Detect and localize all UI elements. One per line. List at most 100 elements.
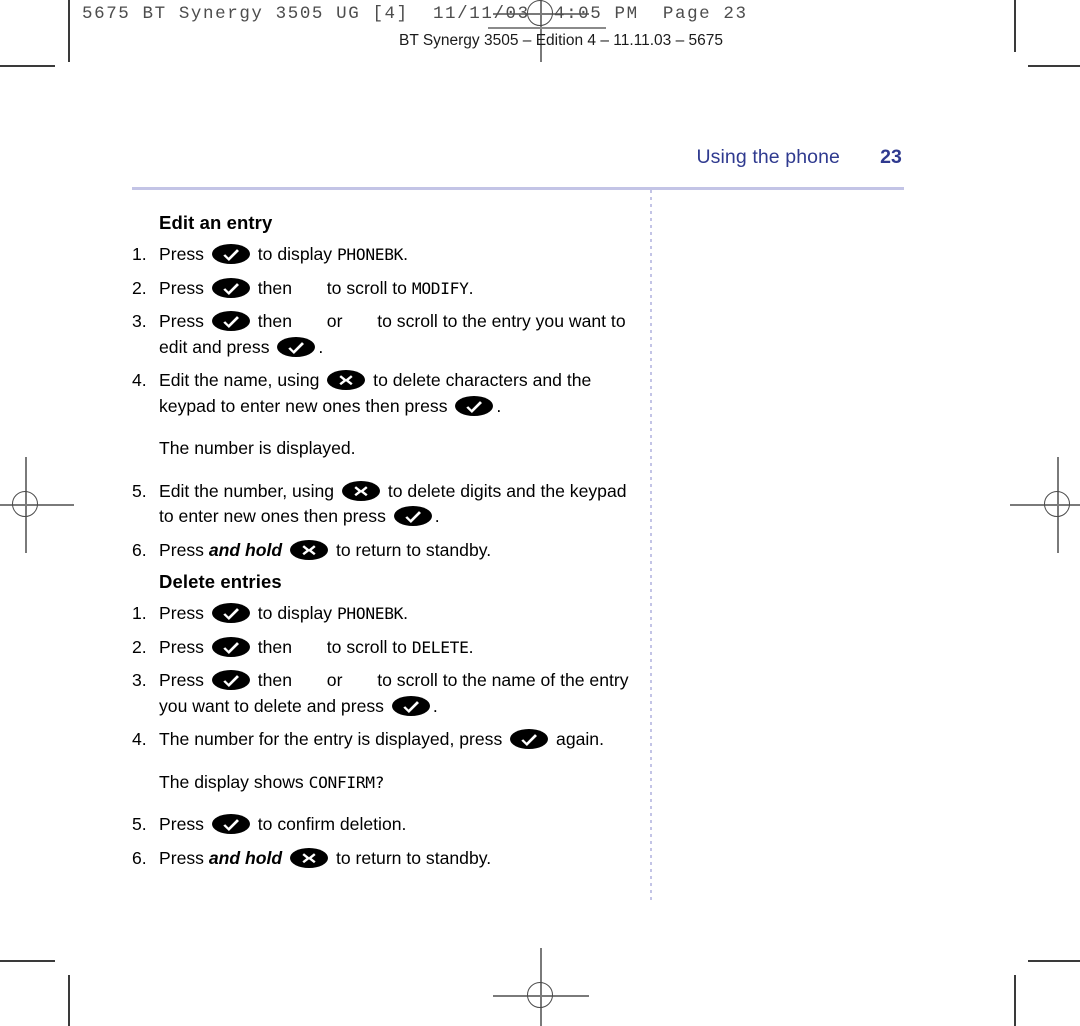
edition-line-text: BT Synergy 3505 – Edition 4 – 11.11.03 –… <box>398 32 724 49</box>
step-text <box>282 540 287 560</box>
down-triangle-icon <box>349 311 370 330</box>
edition-line: BT Synergy 3505 – Edition 4 – 11.11.03 –… <box>0 32 1080 50</box>
step-text: then <box>252 277 297 298</box>
step-item: 2. Press then to scroll to DELETE. <box>132 635 642 661</box>
registration-mark-circle <box>527 982 553 1008</box>
column-divider <box>650 190 652 900</box>
step-list: 5. Press to confirm deletion. 6. Press and … <box>132 812 642 871</box>
step-text: to scroll to <box>321 636 412 657</box>
crop-mark-bottom-left-horizontal <box>0 960 55 962</box>
step-text: . <box>403 244 408 264</box>
step-text: then <box>252 670 297 690</box>
ok-key-icon <box>211 277 250 298</box>
step-text: or <box>321 311 348 331</box>
ok-key-icon <box>277 336 316 357</box>
step-number: 6. <box>132 847 147 868</box>
running-head-chapter: Using the phone <box>696 146 840 168</box>
lcd-display-text: MODIFY <box>411 278 469 298</box>
step-text: . <box>318 336 324 357</box>
ok-key-icon <box>393 506 432 526</box>
lcd-display-text: CONFIRM? <box>308 772 385 792</box>
step-item: 1. Press to display PHONEBK. <box>132 601 642 627</box>
printer-slug-line: 5675 BT Synergy 3505 UG [4] 11/11/03 4:0… <box>82 4 748 24</box>
step-number: 4. <box>132 729 147 749</box>
step-item: 3. Press then or to scroll to the name of… <box>132 668 642 719</box>
page-content: Edit an entry 1. Press to display PHONEBK.… <box>132 212 642 879</box>
step-text: Edit the number, using <box>159 480 339 501</box>
lcd-display-text: PHONEBK <box>336 245 404 264</box>
ok-key-icon <box>455 395 494 416</box>
step-text: then <box>252 311 297 331</box>
step-item: 5. Press to confirm deletion. <box>132 812 642 838</box>
step-text: Edit the name, using <box>159 370 325 390</box>
step-note: The number is displayed. <box>159 438 356 458</box>
step-list: 1. Press to display PHONEBK. 2. Press then … <box>132 242 642 419</box>
step-text: Press <box>159 603 209 623</box>
step-item: 3. Press then or to scroll to the entry y… <box>132 309 642 360</box>
step-note: The display shows CONFIRM? <box>132 770 642 796</box>
step-number: 4. <box>132 370 147 390</box>
registration-mark-circle <box>1044 491 1070 517</box>
ok-key-icon <box>211 814 250 834</box>
up-triangle-icon <box>299 670 320 689</box>
header-rule <box>132 187 904 190</box>
step-item: 4. Edit the name, using to delete charact… <box>132 368 642 419</box>
step-text: Press <box>159 636 209 657</box>
step-note-text: The display shows <box>159 771 309 792</box>
printer-slug-underline <box>488 27 606 29</box>
step-text: Press <box>159 277 209 298</box>
step-text: . <box>434 506 440 526</box>
step-text: to return to standby. <box>331 539 492 560</box>
step-text: again. <box>551 729 604 749</box>
step-number: 3. <box>132 311 147 331</box>
step-item: 6. Press and hold to return to standby. <box>132 846 642 872</box>
cancel-key-icon <box>341 480 380 501</box>
registration-mark-right <box>1010 457 1080 553</box>
down-triangle-icon <box>299 278 320 297</box>
step-item: 4. The number for the entry is displayed,… <box>132 727 642 753</box>
ok-key-icon <box>211 670 250 690</box>
step-text: . <box>403 603 408 623</box>
step-text: to display <box>252 244 337 264</box>
step-number: 1. <box>132 603 147 623</box>
step-list: 5. Edit the number, using to delete digit… <box>132 479 642 564</box>
crop-mark-top-right-horizontal <box>1028 65 1080 67</box>
running-head: Using the phone 23 <box>0 146 902 169</box>
step-number: 1. <box>132 244 147 264</box>
section-heading: Delete entries <box>159 571 282 592</box>
step-number: 5. <box>132 814 147 834</box>
ok-key-icon <box>510 729 549 749</box>
step-item: 5. Edit the number, using to delete digit… <box>132 479 642 530</box>
step-text: then <box>252 636 297 657</box>
section-heading: Edit an entry <box>159 212 273 233</box>
emphasis-text: and hold <box>208 539 283 560</box>
registration-mark-left <box>0 457 74 553</box>
up-triangle-icon <box>299 311 320 330</box>
step-number: 2. <box>132 277 147 298</box>
step-text: . <box>468 277 474 298</box>
step-text: Press <box>159 814 209 834</box>
cancel-key-icon <box>290 847 329 868</box>
step-text: . <box>468 636 474 657</box>
step-text: The number for the entry is displayed, p… <box>159 729 508 749</box>
ok-key-icon <box>391 695 430 716</box>
step-item: 6. Press and hold to return to standby. <box>132 538 642 564</box>
ok-key-icon <box>211 636 250 657</box>
step-number: 5. <box>132 480 147 501</box>
step-number: 2. <box>132 636 147 657</box>
lcd-display-text: DELETE <box>411 637 469 657</box>
ok-key-icon <box>211 244 250 264</box>
step-text: or <box>321 670 348 690</box>
step-item: 1. Press to display PHONEBK. <box>132 242 642 268</box>
step-text: to scroll to <box>321 277 412 298</box>
down-triangle-icon <box>299 637 320 656</box>
crop-mark-bottom-right-vertical <box>1014 975 1016 1026</box>
registration-mark-bottom <box>493 948 589 1026</box>
crop-mark-top-left-vertical <box>68 0 70 62</box>
page-number: 23 <box>880 146 902 168</box>
registration-mark-circle <box>12 491 38 517</box>
